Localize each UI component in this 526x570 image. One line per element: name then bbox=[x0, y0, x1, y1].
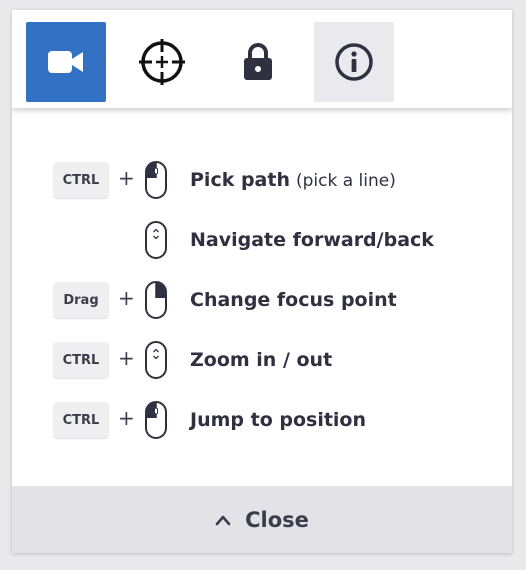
key-badge: CTRL bbox=[53, 342, 109, 378]
info-tool-button[interactable] bbox=[314, 22, 394, 102]
shortcut-label: Jump to position bbox=[190, 409, 366, 431]
key-badge: CTRL bbox=[53, 162, 109, 198]
plus-sign: + bbox=[118, 406, 135, 430]
video-camera-icon bbox=[48, 51, 83, 73]
mouse-left-click-icon bbox=[145, 161, 167, 199]
mouse-left-click-icon bbox=[145, 401, 167, 439]
shortcut-note: (pick a line) bbox=[295, 171, 396, 191]
toolbar bbox=[12, 10, 512, 108]
shortcut-action: Navigate forward/back bbox=[190, 229, 434, 251]
shortcut-action: Pick path bbox=[190, 169, 290, 191]
info-icon bbox=[335, 43, 373, 81]
shortcut-row: CTRL + Jump to position bbox=[12, 400, 512, 440]
crosshair-icon bbox=[139, 39, 185, 85]
shortcut-row: CTRL + Pick path (pick a line) bbox=[12, 160, 512, 200]
lock-icon bbox=[244, 43, 272, 80]
close-label: Close bbox=[245, 507, 309, 532]
mouse-scroll-icon bbox=[145, 221, 167, 259]
shortcut-row: CTRL + Zoom in / out bbox=[12, 340, 512, 380]
shortcut-action: Jump to position bbox=[190, 409, 367, 431]
lock-tool-button[interactable] bbox=[218, 22, 298, 102]
shortcut-row: Navigate forward/back bbox=[12, 220, 512, 260]
mouse-right-click-icon bbox=[145, 281, 167, 319]
plus-sign: + bbox=[118, 166, 135, 190]
shortcut-label: Zoom in / out bbox=[190, 349, 332, 371]
shortcut-label: Pick path (pick a line) bbox=[190, 169, 396, 191]
shortcut-action: Change focus point bbox=[190, 289, 397, 311]
plus-sign: + bbox=[118, 346, 135, 370]
key-badge: Drag bbox=[53, 282, 109, 318]
shortcut-action: Zoom in / out bbox=[190, 349, 333, 371]
close-button[interactable]: Close bbox=[12, 486, 512, 553]
camera-tool-button[interactable] bbox=[26, 22, 106, 102]
chevron-up-icon bbox=[215, 515, 231, 525]
shortcut-row: Drag + Change focus point bbox=[12, 280, 512, 320]
mouse-scroll-icon bbox=[145, 341, 167, 379]
help-panel: CTRL + Pick path (pick a line) Navigate f… bbox=[12, 10, 512, 553]
crosshair-tool-button[interactable] bbox=[122, 22, 202, 102]
plus-sign: + bbox=[118, 286, 135, 310]
key-badge: CTRL bbox=[53, 402, 109, 438]
shortcut-label: Change focus point bbox=[190, 289, 397, 311]
shortcut-label: Navigate forward/back bbox=[190, 229, 434, 251]
